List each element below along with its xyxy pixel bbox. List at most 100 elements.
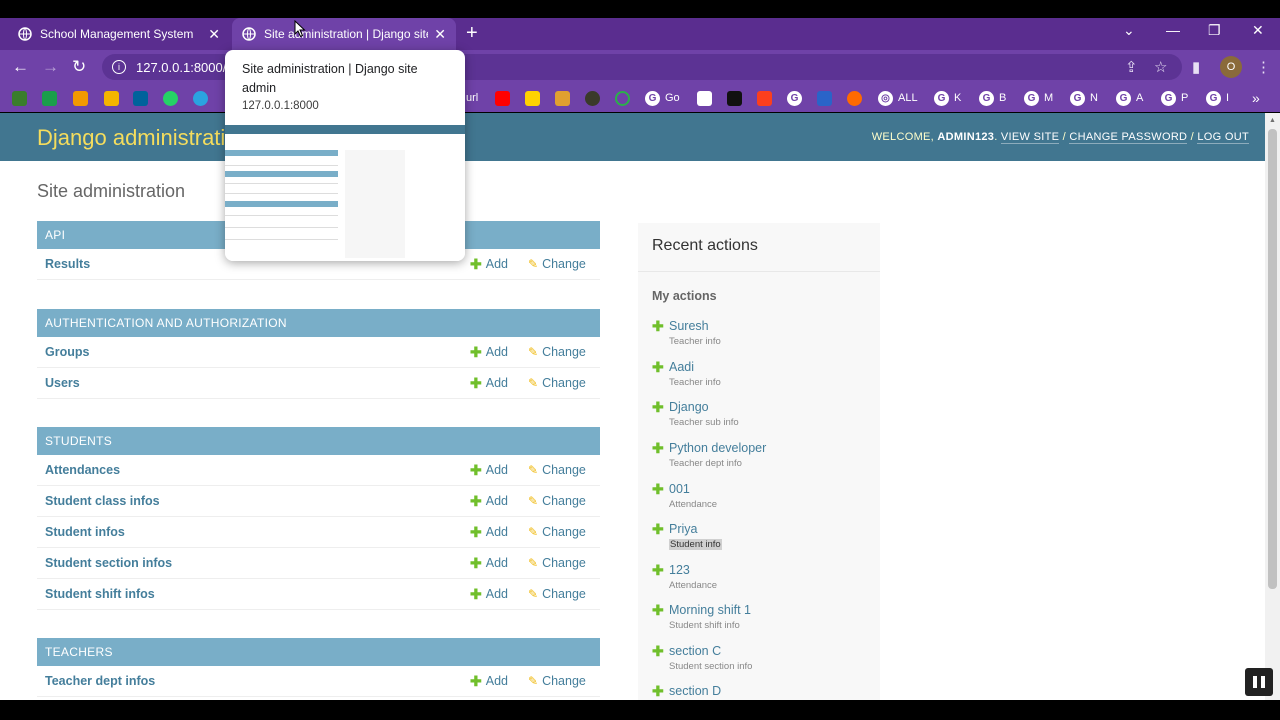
module-caption[interactable]: STUDENTS xyxy=(37,427,600,455)
model-link-student-class-infos[interactable]: Student class infos xyxy=(45,494,160,508)
reload-icon[interactable]: ↻ xyxy=(72,58,86,76)
change-password-link[interactable]: CHANGE PASSWORD xyxy=(1069,131,1188,144)
bookmark-app-icon[interactable] xyxy=(42,90,57,106)
change-button[interactable]: ✎ Change xyxy=(528,463,586,477)
add-button[interactable]: ✚ Add xyxy=(470,586,508,603)
site-info-icon[interactable]: i xyxy=(112,60,126,74)
recent-action-link[interactable]: section C xyxy=(669,644,721,658)
scroll-up-arrow-icon[interactable]: ▲ xyxy=(1269,117,1276,124)
bookmark-p[interactable]: GP xyxy=(1161,90,1188,106)
window-close-icon[interactable]: ✕ xyxy=(1252,22,1264,39)
change-button[interactable]: ✎ Change xyxy=(528,556,586,570)
share-icon[interactable]: ⇪ xyxy=(1125,58,1138,76)
telegram-icon[interactable] xyxy=(193,90,208,106)
scrollbar-thumb[interactable] xyxy=(1268,129,1277,589)
add-button[interactable]: ✚ Add xyxy=(470,375,508,392)
preview-url: 127.0.0.1:8000 xyxy=(242,100,319,112)
bookmark-n[interactable]: GN xyxy=(1070,90,1098,106)
change-button[interactable]: ✎ Change xyxy=(528,674,586,688)
recent-action-link[interactable]: Django xyxy=(669,400,709,414)
add-button[interactable]: ✚ Add xyxy=(470,673,508,690)
bookmark-app-icon[interactable] xyxy=(847,90,862,106)
back-arrow-icon[interactable]: ← xyxy=(12,58,29,76)
tab-search-chevron-icon[interactable]: ⌄ xyxy=(1123,22,1135,39)
module-caption[interactable]: TEACHERS xyxy=(37,638,600,666)
bookmark-ieee-icon[interactable] xyxy=(133,90,148,106)
bookmark-app-icon[interactable] xyxy=(615,90,630,106)
bookmark-p-icon[interactable] xyxy=(525,90,540,106)
tab-site-administration[interactable]: Site administration | Django site admin … xyxy=(232,18,456,50)
bookmark-app-icon[interactable] xyxy=(73,90,88,106)
change-button[interactable]: ✎ Change xyxy=(528,587,586,601)
view-site-link[interactable]: VIEW SITE xyxy=(1000,131,1060,144)
new-tab-icon[interactable]: + xyxy=(466,22,478,44)
minimize-icon[interactable]: — xyxy=(1166,22,1180,38)
add-button[interactable]: ✚ Add xyxy=(470,493,508,510)
bookmark-app-icon[interactable] xyxy=(817,90,832,106)
youtube-icon[interactable] xyxy=(495,90,510,106)
bookmark-m[interactable]: GM xyxy=(1024,90,1053,106)
add-button[interactable]: ✚ Add xyxy=(470,462,508,479)
bookmark-app-icon[interactable] xyxy=(12,90,27,106)
side-panel-icon[interactable]: ▮ xyxy=(1192,58,1200,76)
recent-action-link[interactable]: 123 xyxy=(669,563,690,577)
model-link-attendances[interactable]: Attendances xyxy=(45,463,120,477)
bookmark-go[interactable]: G Go xyxy=(645,90,680,106)
bookmark-all[interactable]: ◎ ALL xyxy=(878,90,918,106)
profile-avatar[interactable]: O xyxy=(1220,56,1242,78)
username: ADMIN123 xyxy=(937,131,995,143)
recent-action-link[interactable]: section D xyxy=(669,684,721,698)
bookmark-app-icon[interactable] xyxy=(555,90,570,106)
recent-action-link[interactable]: Aadi xyxy=(669,360,694,374)
bookmark-url[interactable]: url xyxy=(466,90,478,106)
model-link-student-infos[interactable]: Student infos xyxy=(45,525,125,539)
tab-close-icon[interactable]: ✕ xyxy=(434,26,446,43)
recent-action-link[interactable]: Python developer xyxy=(669,441,766,455)
add-button[interactable]: ✚ Add xyxy=(470,344,508,361)
bookmark-app-icon[interactable] xyxy=(697,90,712,106)
change-button[interactable]: ✎ Change xyxy=(528,257,586,271)
pencil-icon: ✎ xyxy=(528,674,539,688)
model-link-student-shift-infos[interactable]: Student shift infos xyxy=(45,587,155,601)
add-button[interactable]: ✚ Add xyxy=(470,256,508,273)
change-button[interactable]: ✎ Change xyxy=(528,525,586,539)
bookmark-chart-icon[interactable] xyxy=(104,90,119,106)
recent-action-link[interactable]: Suresh xyxy=(669,319,709,333)
add-button[interactable]: ✚ Add xyxy=(470,524,508,541)
whatsapp-icon[interactable] xyxy=(163,90,178,106)
forward-arrow-icon[interactable]: → xyxy=(42,58,59,76)
change-button[interactable]: ✎ Change xyxy=(528,345,586,359)
google-icon[interactable]: G xyxy=(787,90,807,106)
add-button[interactable]: ✚ Add xyxy=(470,555,508,572)
recent-action-link[interactable]: Morning shift 1 xyxy=(669,603,751,617)
pause-icon[interactable] xyxy=(1245,668,1273,696)
change-button[interactable]: ✎ Change xyxy=(528,376,586,390)
model-link-student-section-infos[interactable]: Student section infos xyxy=(45,556,172,570)
model-link-groups[interactable]: Groups xyxy=(45,345,89,359)
page-scrollbar[interactable]: ▲ xyxy=(1265,113,1280,700)
bookmarks-overflow-icon[interactable]: » xyxy=(1252,90,1260,106)
model-link-results[interactable]: Results xyxy=(45,257,90,271)
menu-kebab-icon[interactable]: ⋮ xyxy=(1256,58,1271,76)
tab-close-icon[interactable]: ✕ xyxy=(208,26,220,43)
bookmark-star-icon[interactable]: ☆ xyxy=(1154,58,1167,76)
log-out-link[interactable]: LOG OUT xyxy=(1197,131,1249,144)
model-link-teacher-dept-infos[interactable]: Teacher dept infos xyxy=(45,674,155,688)
recent-action-link[interactable]: 001 xyxy=(669,482,690,496)
tab-school-management[interactable]: School Management System ✕ xyxy=(8,18,230,50)
browser-toolbar: ← → ↻ i 127.0.0.1:8000/a ⇪ ☆ ▮ O ⋮ xyxy=(0,50,1280,84)
restore-icon[interactable]: ❐ xyxy=(1208,22,1221,39)
bookmark-a[interactable]: GA xyxy=(1116,90,1143,106)
bookmark-app-icon[interactable] xyxy=(585,90,600,106)
table-row: Student class infos ✚ Add ✎ Change xyxy=(37,486,600,517)
recent-action-link[interactable]: Priya xyxy=(669,522,697,536)
bookmark-b[interactable]: GB xyxy=(979,90,1006,106)
model-link-users[interactable]: Users xyxy=(45,376,80,390)
bookmark-yandex-icon[interactable] xyxy=(757,90,772,106)
bookmark-i[interactable]: GI xyxy=(1206,90,1229,106)
module-caption[interactable]: AUTHENTICATION AND AUTHORIZATION xyxy=(37,309,600,337)
bookmark-k[interactable]: GK xyxy=(934,90,961,106)
change-button[interactable]: ✎ Change xyxy=(528,494,586,508)
site-brand[interactable]: Django administration xyxy=(37,125,250,151)
bookmark-cl-icon[interactable] xyxy=(727,90,742,106)
